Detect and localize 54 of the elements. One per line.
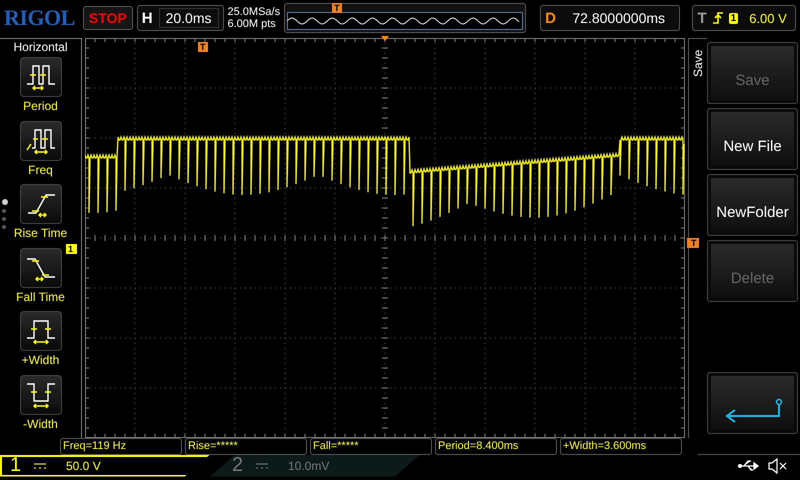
trigger-label: T [697,10,707,26]
rising-edge-icon [712,11,724,25]
measurement-readout: Period=8.400ms [435,438,557,455]
speaker-muted-icon [768,458,788,474]
delay-value: 72.8000000ms [571,10,666,26]
brand-logo: RIGOL [4,5,75,31]
channel-tab[interactable]: 2 10.0mV [210,454,420,476]
softkey-button[interactable]: NewFolder [707,174,798,236]
measure-label: Freq [28,162,53,176]
channel-number: 2 [232,454,244,477]
menu-title: Horizontal [13,39,68,56]
softkey-button[interactable]: New File [707,108,798,170]
channel-number: 1 [10,454,22,477]
measure-label: Rise Time [14,226,68,240]
page-dot[interactable] [2,209,6,213]
freq-measure-button[interactable] [20,120,62,160]
run-stop-button[interactable]: STOP [82,6,133,30]
rise-measure-button[interactable] [20,184,62,224]
channel-scale: 50.0 V [66,458,101,472]
trigger-panel[interactable]: T 1 6.00 V [692,5,796,31]
measure-label: Period [23,99,58,113]
channel-tab[interactable]: 1 50.0 V [0,454,210,476]
measure-label: Fall Time [16,290,65,304]
dc-coupling-icon [34,462,46,470]
measurement-readout: Fall=***** [310,438,432,455]
memory-depth: 6.00M pts [228,18,277,30]
page-dot[interactable] [2,217,6,221]
timebase-value: 20.0ms [158,8,218,28]
trigger-level-value: 6.00 V [749,10,787,26]
trigger-level-marker: T [687,238,698,248]
channel-offset-marker: 1 [66,244,78,254]
dc-coupling-icon [256,462,268,470]
period-measure-button[interactable] [20,57,62,97]
center-marker-icon [381,36,389,41]
sample-rate: 25.0MSa/s [228,6,280,18]
timebase-panel[interactable]: H 20.0ms [136,5,224,31]
back-softkey-button[interactable] [707,372,798,434]
pwidth-measure-button[interactable] [20,311,62,351]
measurement-readout: +Width=3.600ms [560,438,682,455]
delay-panel[interactable]: D 72.8000000ms [540,5,680,31]
page-dot[interactable] [2,199,8,205]
trigger-position-marker: T [198,42,208,52]
measurement-readout: Rise=***** [185,438,307,455]
fall-measure-button[interactable] [20,248,62,288]
measure-label: -Width [23,416,58,430]
page-dot[interactable] [2,225,6,229]
nwidth-measure-button[interactable] [20,374,62,414]
horizontal-label: H [142,10,153,26]
measure-label: +Width [22,353,60,367]
measurement-readout: Freq=119 Hz [60,438,182,455]
delay-label: D [545,10,556,26]
trigger-source-badge: 1 [728,12,738,24]
channel-scale: 10.0mV [288,458,330,472]
trigger-position-marker: T [332,3,342,13]
